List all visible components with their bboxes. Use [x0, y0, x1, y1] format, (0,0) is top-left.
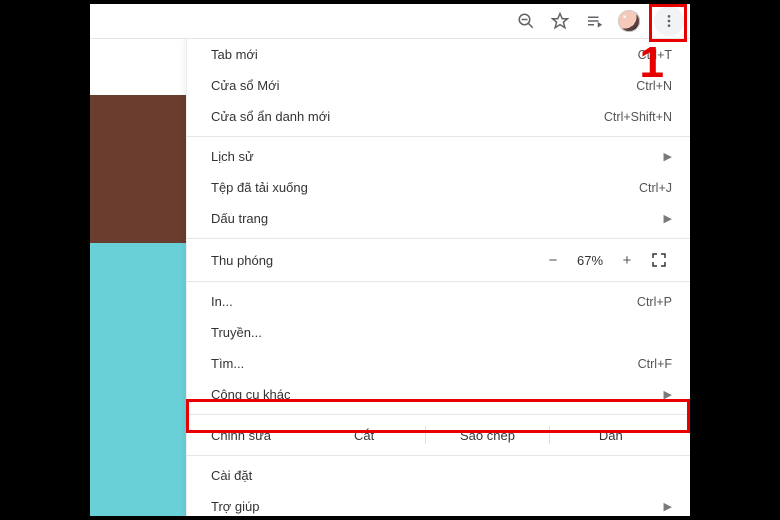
menu-item-more-tools[interactable]: Công cụ khác ▶ [187, 379, 690, 410]
profile-avatar[interactable] [618, 10, 640, 32]
zoom-plus-button[interactable]: + [612, 252, 642, 269]
menu-label: Tệp đã tải xuống [211, 180, 639, 195]
menu-label: Trợ giúp [211, 499, 656, 514]
menu-shortcut: Ctrl+F [638, 357, 672, 371]
menu-separator [187, 455, 690, 456]
chevron-right-icon: ▶ [664, 500, 672, 513]
menu-separator [187, 281, 690, 282]
menu-shortcut: Ctrl+Shift+N [604, 110, 672, 124]
zoom-out-icon[interactable] [516, 11, 536, 31]
page-background-hint [90, 39, 186, 516]
kebab-menu-button[interactable] [654, 6, 684, 36]
menu-item-history[interactable]: Lịch sử ▶ [187, 141, 690, 172]
menu-item-downloads[interactable]: Tệp đã tải xuống Ctrl+J [187, 172, 690, 203]
menu-label: Truyền... [211, 325, 672, 340]
menu-separator [187, 414, 690, 415]
zoom-minus-button[interactable]: − [538, 252, 568, 269]
menu-label: Cửa sổ Mới [211, 78, 636, 93]
chrome-main-menu: Tab mới Ctrl+T Cửa sổ Mới Ctrl+N Cửa sổ … [186, 39, 690, 516]
menu-label: In... [211, 294, 637, 309]
menu-label: Tìm... [211, 356, 638, 371]
edit-paste-button[interactable]: Dán [550, 428, 672, 443]
menu-item-new-tab[interactable]: Tab mới Ctrl+T [187, 39, 690, 70]
annotation-step-1: 1 [640, 41, 664, 85]
menu-item-find[interactable]: Tìm... Ctrl+F [187, 348, 690, 379]
menu-shortcut: Ctrl+J [639, 181, 672, 195]
menu-label: Chỉnh sửa [211, 428, 303, 443]
menu-label: Tab mới [211, 47, 638, 62]
menu-item-zoom: Thu phóng − 67% + [187, 243, 690, 277]
chevron-right-icon: ▶ [664, 150, 672, 163]
edit-cut-button[interactable]: Cắt [303, 428, 425, 443]
menu-label: Dấu trang [211, 211, 656, 226]
menu-item-help[interactable]: Trợ giúp ▶ [187, 491, 690, 516]
menu-item-cast[interactable]: Truyền... [187, 317, 690, 348]
fullscreen-button[interactable] [642, 252, 676, 268]
menu-item-print[interactable]: In... Ctrl+P [187, 286, 690, 317]
star-icon[interactable] [550, 11, 570, 31]
menu-item-edit: Chỉnh sửa Cắt Sao chép Dán [187, 419, 690, 451]
menu-label: Cửa sổ ẩn danh mới [211, 109, 604, 124]
menu-label: Cài đặt [211, 468, 672, 483]
chevron-right-icon: ▶ [664, 388, 672, 401]
browser-window: Tab mới Ctrl+T Cửa sổ Mới Ctrl+N Cửa sổ … [90, 4, 690, 516]
media-controls-icon[interactable] [584, 11, 604, 31]
menu-item-settings[interactable]: Cài đặt [187, 460, 690, 491]
menu-label: Thu phóng [211, 253, 538, 268]
menu-separator [187, 136, 690, 137]
menu-item-new-window[interactable]: Cửa sổ Mới Ctrl+N [187, 70, 690, 101]
browser-toolbar [90, 4, 690, 39]
menu-label: Công cụ khác [211, 387, 656, 402]
menu-item-bookmarks[interactable]: Dấu trang ▶ [187, 203, 690, 234]
menu-item-incognito[interactable]: Cửa sổ ẩn danh mới Ctrl+Shift+N [187, 101, 690, 132]
chevron-right-icon: ▶ [664, 212, 672, 225]
menu-label: Lịch sử [211, 149, 656, 164]
menu-separator [187, 238, 690, 239]
zoom-value: 67% [568, 253, 612, 268]
edit-copy-button[interactable]: Sao chép [426, 428, 548, 443]
menu-shortcut: Ctrl+P [637, 295, 672, 309]
